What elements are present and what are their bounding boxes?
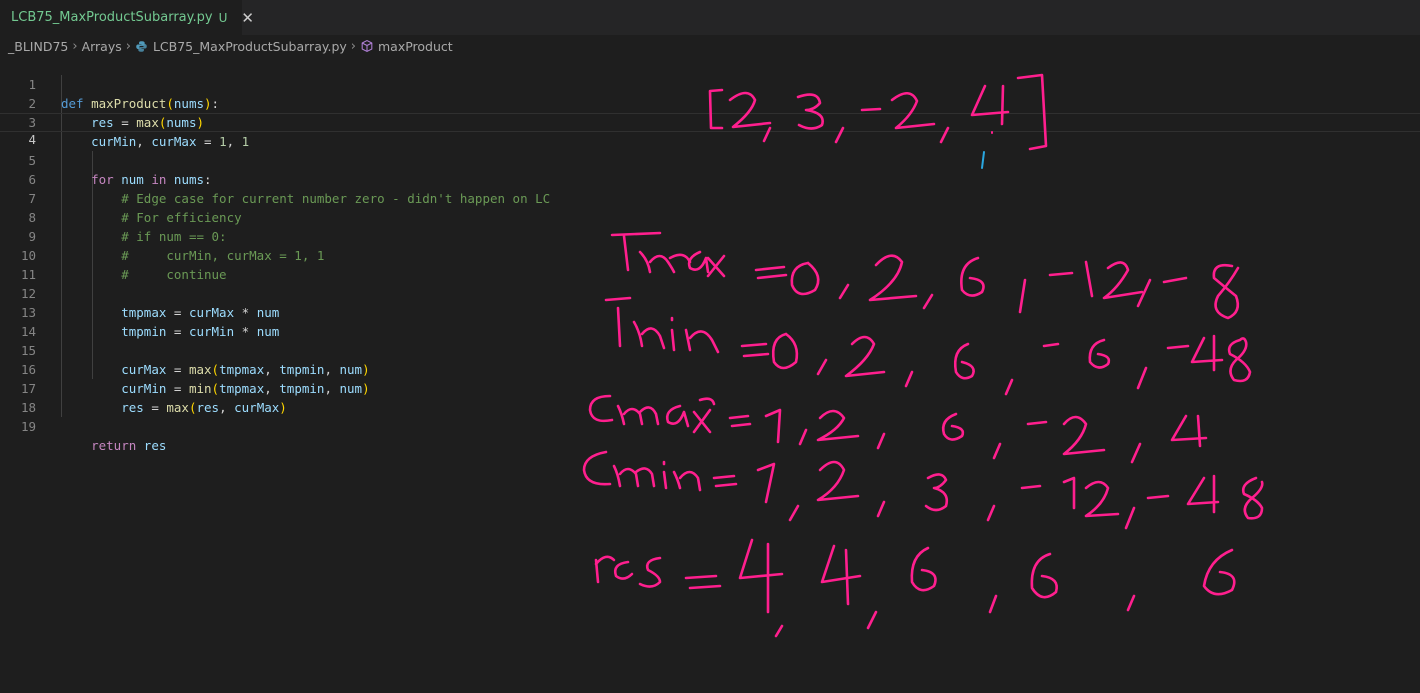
code-line[interactable]: 8 # if num == 0: — [0, 189, 1420, 244]
code-line[interactable]: 6 # Edge case for current number zero - … — [0, 151, 1420, 206]
code-line-current[interactable]: 4 — [0, 113, 1420, 147]
close-icon[interactable]: ✕ — [241, 9, 254, 27]
editor-tab-bar: LCB75_MaxProductSubarray.py U ✕ — [0, 0, 1420, 35]
code-line[interactable]: 12 tmpmax = curMax * num — [0, 265, 1420, 320]
chevron-right-icon: › — [350, 38, 356, 54]
tab-lcb75-maxproductsubarray[interactable]: LCB75_MaxProductSubarray.py U ✕ — [0, 0, 254, 35]
python-icon — [136, 40, 147, 52]
breadcrumb-item-symbol[interactable]: maxProduct — [378, 39, 453, 54]
code-line[interactable]: 1 def maxProduct(nums): — [0, 56, 1420, 111]
chevron-right-icon: › — [125, 38, 131, 54]
breadcrumb: _BLIND75 › Arrays › LCB75_MaxProductSuba… — [0, 35, 1420, 57]
code-line[interactable]: 11 — [0, 246, 1420, 282]
breadcrumb-item-blind75[interactable]: _BLIND75 — [8, 39, 68, 54]
breadcrumb-item-arrays[interactable]: Arrays — [82, 39, 122, 54]
cube-icon — [361, 40, 373, 52]
code-line[interactable]: 10 # continue — [0, 227, 1420, 282]
code-editor[interactable]: 1 def maxProduct(nums): 2 res = max(nums… — [0, 56, 1420, 693]
code-line[interactable]: 3 curMin, curMax = 1, 1 — [0, 94, 1420, 149]
chevron-right-icon: › — [72, 38, 78, 54]
code-line[interactable]: 7 # For efficiency — [0, 170, 1420, 225]
breadcrumb-item-file[interactable]: LCB75_MaxProductSubarray.py — [153, 39, 347, 54]
code-line[interactable]: 17 res = max(res, curMax) — [0, 360, 1420, 415]
git-untracked-badge: U — [218, 10, 228, 25]
code-line[interactable]: 18 — [0, 379, 1420, 415]
code-line[interactable]: 9 # curMin, curMax = 1, 1 — [0, 208, 1420, 263]
code-text: return res — [91, 438, 167, 453]
tab-filename: LCB75_MaxProductSubarray.py — [11, 10, 213, 25]
code-line[interactable]: 19 return res — [0, 398, 1420, 453]
code-line[interactable]: 14 — [0, 303, 1420, 339]
line-number: 19 — [20, 419, 36, 434]
code-line[interactable]: 15 curMax = max(tmpmax, tmpmin, num) — [0, 322, 1420, 377]
code-line[interactable]: 13 tmpmin = curMin * num — [0, 284, 1420, 339]
code-line[interactable]: 16 curMin = min(tmpmax, tmpmin, num) — [0, 341, 1420, 396]
code-line[interactable]: 5 for num in nums: — [0, 132, 1420, 187]
code-line[interactable]: 2 res = max(nums) — [0, 75, 1420, 130]
